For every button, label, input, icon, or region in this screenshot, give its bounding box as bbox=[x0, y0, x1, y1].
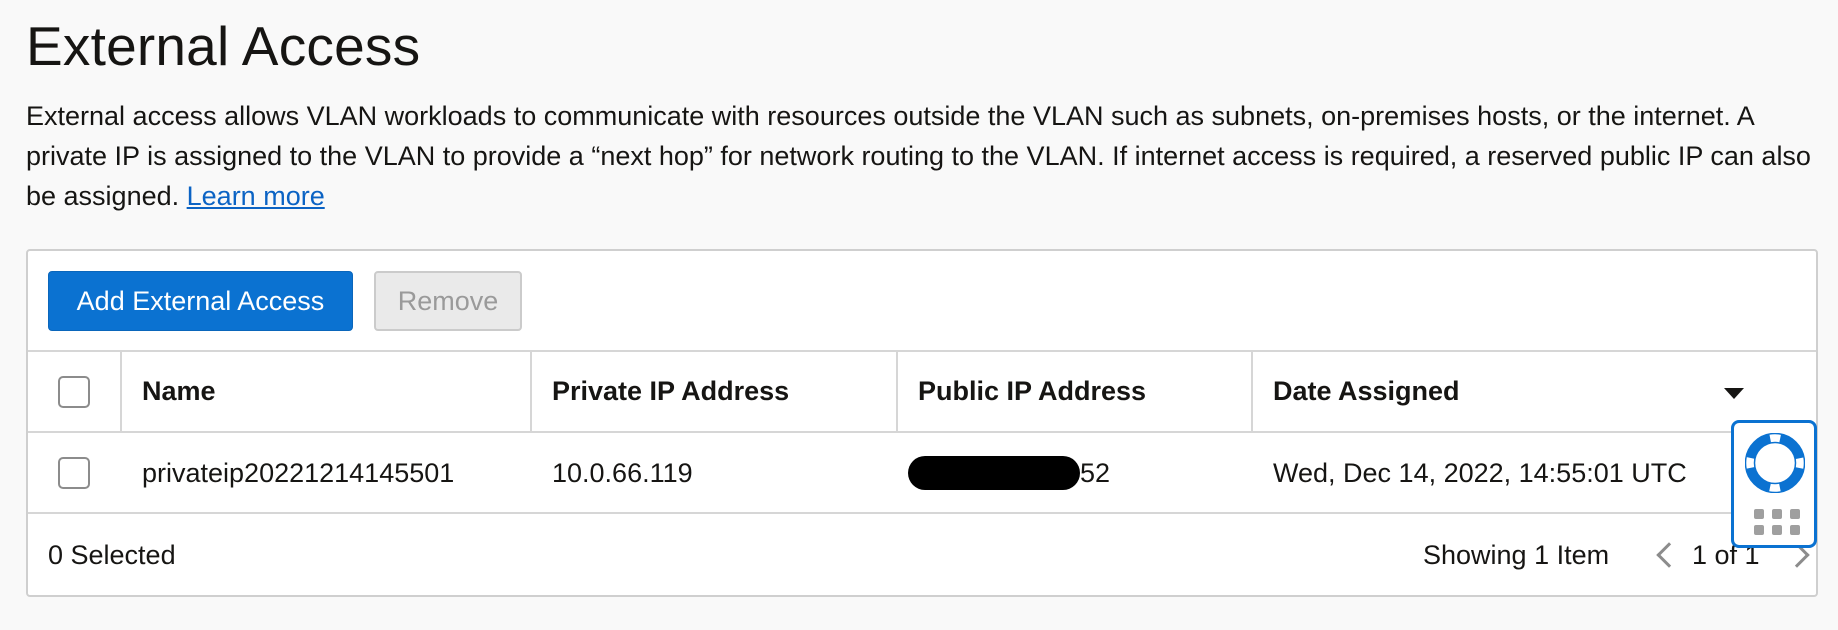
select-all-checkbox[interactable] bbox=[58, 375, 90, 408]
cell-name[interactable]: privateip20221214145501 bbox=[142, 434, 522, 512]
lifebuoy-icon bbox=[1745, 433, 1805, 493]
caret-down-icon[interactable] bbox=[1724, 388, 1744, 399]
column-header-private-ip[interactable]: Private IP Address bbox=[552, 352, 892, 431]
row-select-cell bbox=[58, 434, 118, 512]
chevron-left-icon[interactable] bbox=[1656, 542, 1682, 568]
table-row[interactable]: privateip20221214145501 10.0.66.119 52 W… bbox=[28, 434, 1816, 514]
remove-button[interactable]: Remove bbox=[374, 271, 522, 331]
cell-public-ip: 52 bbox=[908, 434, 1238, 512]
table-toolbar: Add External Access Remove bbox=[28, 251, 1816, 352]
column-divider bbox=[120, 352, 122, 431]
column-header-public-ip[interactable]: Public IP Address bbox=[918, 352, 1248, 431]
page-title: External Access bbox=[26, 15, 421, 77]
learn-more-link[interactable]: Learn more bbox=[187, 181, 325, 211]
table-footer: 0 Selected Showing 1 Item 1 of 1 bbox=[28, 514, 1816, 597]
add-external-access-button[interactable]: Add External Access bbox=[48, 271, 353, 331]
table-header: Name Private IP Address Public IP Addres… bbox=[28, 352, 1816, 433]
row-checkbox[interactable] bbox=[58, 457, 90, 489]
page: External Access External access allows V… bbox=[0, 0, 1838, 630]
column-divider bbox=[530, 352, 532, 431]
external-access-table-panel: Add External Access Remove Name Private … bbox=[26, 249, 1818, 597]
public-ip-suffix: 52 bbox=[1080, 457, 1111, 488]
column-divider bbox=[896, 352, 898, 431]
column-divider bbox=[1251, 352, 1253, 431]
cell-private-ip: 10.0.66.119 bbox=[552, 457, 693, 488]
selected-count: 0 Selected bbox=[48, 540, 176, 570]
redaction-mark bbox=[908, 456, 1080, 490]
showing-count: Showing 1 Item bbox=[1423, 540, 1610, 570]
cell-date-assigned: Wed, Dec 14, 2022, 14:55:01 UTC bbox=[1273, 457, 1687, 488]
page-description: External access allows VLAN workloads to… bbox=[26, 96, 1826, 216]
help-widget[interactable] bbox=[1731, 420, 1817, 548]
select-all-cell bbox=[58, 352, 118, 431]
grid-dots-icon[interactable] bbox=[1754, 509, 1800, 535]
column-header-date-assigned[interactable]: Date Assigned bbox=[1273, 352, 1693, 431]
column-header-name[interactable]: Name bbox=[142, 352, 522, 431]
